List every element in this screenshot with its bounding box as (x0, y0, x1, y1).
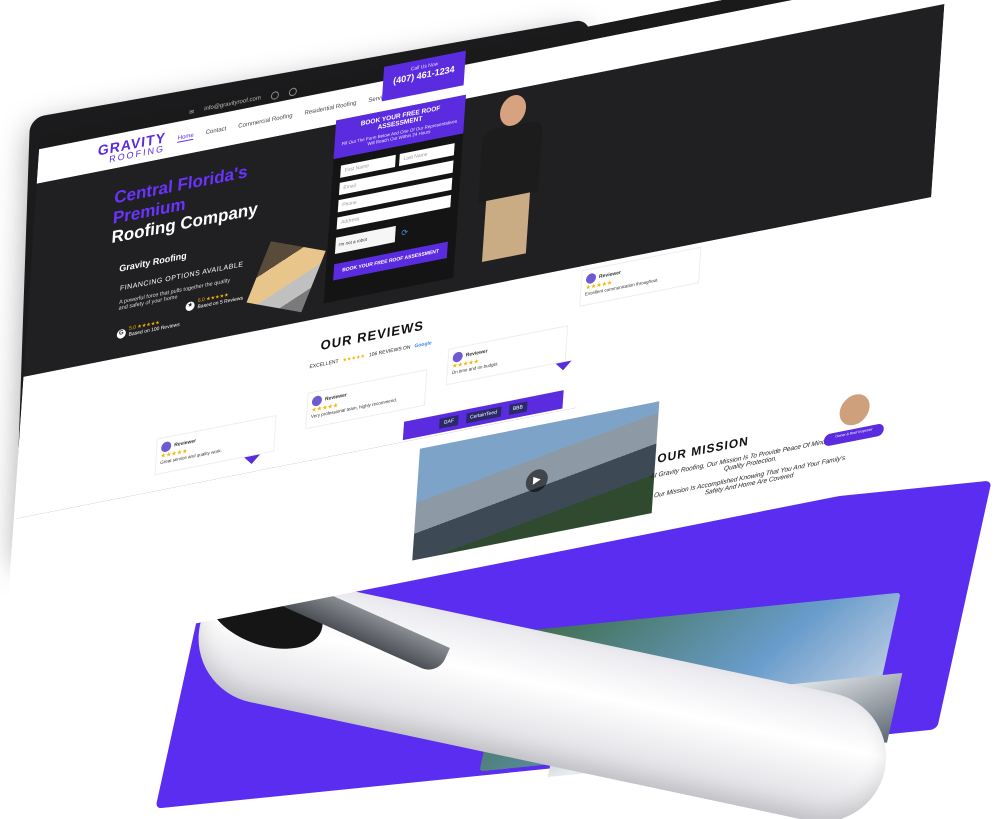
review-pointer (555, 360, 572, 372)
recaptcha-icon: ⟳ (400, 226, 409, 238)
mail-icon: ✉ (188, 108, 195, 117)
badge-bbb: BBB (508, 401, 528, 416)
assessment-form: BOOK YOUR FREE ROOF ASSESSMENT Fill Out … (323, 94, 466, 304)
play-icon[interactable]: ▶ (525, 467, 549, 495)
facebook-icon[interactable] (270, 90, 280, 101)
summary-stars-icon: ★★★★★ (342, 353, 366, 364)
owner-photo (463, 87, 555, 281)
review-site-icon: ★ (185, 300, 195, 312)
google-icon: G (116, 327, 127, 339)
mockup-stage: ✉ info@gravityroof.com GRAVITY ROOFING H… (0, 0, 1005, 819)
captcha-checkbox[interactable]: I'm not a robot (334, 225, 396, 255)
summary-source: Google (414, 340, 432, 350)
google-rating: G 5.0 ★★★★★ Based on 100 Reviews (116, 316, 180, 341)
summary-count: 106 REVIEWS ON (368, 344, 411, 359)
review-pointer (243, 454, 261, 466)
summary-label: EXCELLENT (309, 358, 339, 371)
badge-gaf: GAF (439, 415, 459, 429)
hero-brand: Gravity Roofing (119, 250, 188, 274)
owner-avatar (836, 389, 873, 431)
instagram-icon[interactable] (288, 87, 297, 97)
hero-title: Central Florida's Premium Roofing Compan… (111, 159, 261, 248)
nav-item-commercial[interactable]: Commercial Roofing (238, 113, 293, 130)
nav-item-contact[interactable]: Contact (205, 126, 226, 136)
badge-certainteed: CertainTeed (465, 406, 502, 424)
review-card[interactable]: Reviewer ★★★★★ On time and on budget. (445, 325, 569, 386)
nav-item-home[interactable]: Home (177, 132, 194, 143)
roof-layers-image (246, 241, 326, 313)
nav-item-residential[interactable]: Residential Roofing (304, 100, 356, 116)
review-card[interactable]: Reviewer ★★★★★ Great service and quality… (154, 414, 277, 476)
